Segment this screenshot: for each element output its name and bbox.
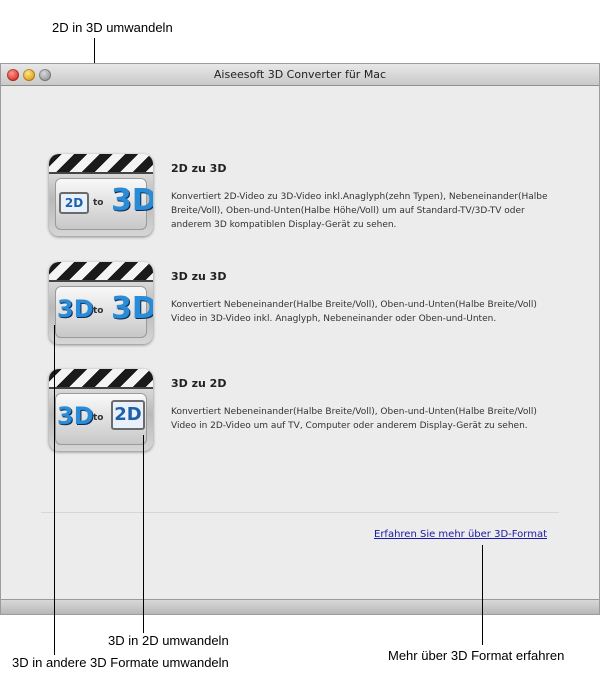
icon-label-left: 3D — [57, 402, 94, 430]
clapperboard-icon — [49, 262, 153, 282]
callout-3d-to-3d: 3D in andere 3D Formate umwandeln — [12, 655, 229, 670]
option-2d-to-3d: 2D to 3D 2D zu 3D Konvertiert 2D-Video z… — [49, 154, 569, 236]
3d-to-3d-icon: 3D to 3D — [55, 286, 153, 338]
learn-more-3d-format-link[interactable]: Erfahren Sie mehr über 3D-Format — [374, 529, 547, 540]
option-description: Konvertiert Nebeneinander(Halbe Breite/V… — [171, 407, 537, 431]
icon-label-right: 3D — [111, 183, 153, 218]
callout-2d-to-3d: 2D in 3D umwandeln — [52, 20, 173, 35]
2d-to-3d-icon: 2D to 3D — [55, 178, 153, 230]
clapperboard-icon — [49, 369, 153, 389]
callout-line-right — [482, 545, 483, 645]
callout-line-left — [54, 325, 55, 655]
3d-to-2d-icon: 3D to 2D — [55, 393, 147, 445]
title-bar: Aiseesoft 3D Converter für Mac — [1, 64, 599, 86]
option-3d-to-2d: 3D to 2D 3D zu 2D Konvertiert Nebeneinan… — [49, 369, 569, 451]
callout-3d-to-2d: 3D in 2D umwandeln — [108, 633, 229, 648]
clapperboard-icon — [49, 154, 153, 174]
option-3d-to-3d: 3D to 3D 3D zu 3D Konvertiert Nebeneinan… — [49, 262, 569, 344]
window-bottom-bar — [1, 599, 599, 614]
callout-line-middle — [143, 435, 144, 633]
option-title: 3D zu 3D — [171, 270, 227, 283]
icon-label-right: 3D — [111, 291, 153, 326]
separator — [41, 512, 559, 513]
option-description: Konvertiert 2D-Video zu 3D-Video inkl.An… — [171, 192, 548, 230]
window-title: Aiseesoft 3D Converter für Mac — [213, 68, 387, 81]
icon-label-to: to — [93, 413, 104, 423]
3d-to-2d-button[interactable]: 3D to 2D — [49, 369, 153, 451]
2d-to-3d-button[interactable]: 2D to 3D — [49, 154, 153, 236]
icon-label-to: to — [93, 306, 104, 316]
callout-learn-more: Mehr über 3D Format erfahren — [388, 648, 565, 663]
option-title: 2D zu 3D — [171, 162, 227, 175]
icon-label-left: 3D — [57, 295, 94, 323]
3d-to-3d-button[interactable]: 3D to 3D — [49, 262, 153, 344]
option-description: Konvertiert Nebeneinander(Halbe Breite/V… — [171, 300, 537, 324]
icon-label-right: 2D — [111, 400, 145, 430]
icon-label-to: to — [93, 198, 104, 208]
icon-label-left: 2D — [59, 192, 89, 214]
option-title: 3D zu 2D — [171, 377, 227, 390]
app-window: Aiseesoft 3D Converter für Mac 2D to 3D … — [0, 63, 600, 615]
